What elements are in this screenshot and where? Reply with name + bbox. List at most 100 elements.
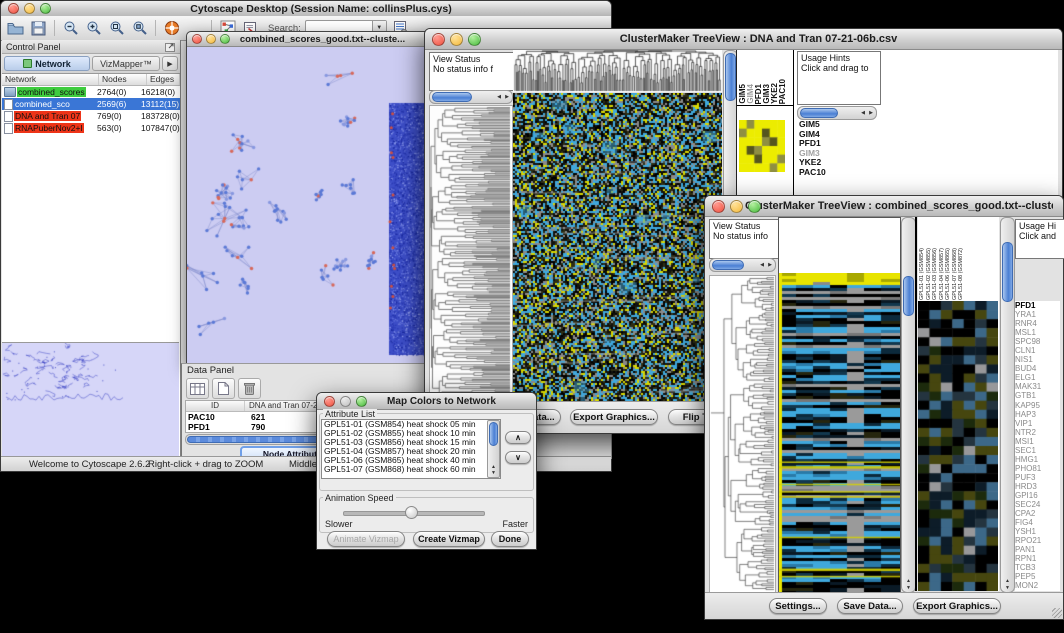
create-attribute-button[interactable] [212, 378, 235, 399]
animate-vizmap-button[interactable]: Animate Vizmap [327, 531, 405, 547]
main-titlebar[interactable]: Cytoscape Desktop (Session Name: collins… [1, 1, 611, 17]
scrollbar-thumb[interactable] [1002, 242, 1013, 302]
gene-label[interactable]: CPA2 [1015, 509, 1060, 518]
scrollbar-thumb[interactable] [432, 92, 472, 102]
gene-label[interactable]: PUF3 [1015, 473, 1060, 482]
open-file-button[interactable] [6, 19, 25, 38]
gene-label[interactable]: MON2 [1015, 581, 1060, 590]
zoom-window-button[interactable] [356, 396, 367, 407]
row-dendrogram-canvas[interactable] [709, 275, 776, 593]
delete-attribute-button[interactable] [238, 378, 261, 399]
gene-label[interactable]: NTR2 [1015, 428, 1060, 437]
column-label[interactable]: PAC10 [779, 79, 787, 104]
export-graphics-button[interactable]: Export Graphics... [913, 598, 1001, 614]
gene-label[interactable]: GTB1 [1015, 391, 1060, 400]
minimize-button[interactable] [24, 3, 35, 14]
gene-label[interactable]: KAP95 [1015, 401, 1060, 410]
gene-label[interactable]: HMG1 [1015, 455, 1060, 464]
zoom-out-button[interactable] [61, 19, 80, 38]
tab-network[interactable]: Network [4, 56, 90, 71]
network-view-titlebar[interactable]: combined_scores_good.txt--cluste... [187, 32, 434, 47]
scroll-left-arrow[interactable]: ◀ [497, 91, 501, 103]
scroll-down-arrow[interactable]: ▼ [1001, 585, 1014, 591]
minimize-button[interactable] [206, 34, 216, 44]
gene-label[interactable]: RPN1 [1015, 554, 1060, 563]
gene-label[interactable]: PAN1 [1015, 545, 1060, 554]
treeview2-titlebar[interactable]: ClusterMaker TreeView : combined_scores_… [705, 196, 1063, 217]
tab-overflow-button[interactable]: ▶ [162, 56, 178, 71]
gene-label[interactable]: HRD3 [1015, 482, 1060, 491]
scroll-down-arrow[interactable]: ▼ [488, 470, 499, 476]
usagehints-hscrollbar[interactable]: ◀▶ [797, 106, 877, 120]
gene-label[interactable]: FIG4 [1015, 518, 1060, 527]
treeview1-titlebar[interactable]: ClusterMaker TreeView : DNA and Tran 07-… [425, 29, 1062, 50]
save-data-button[interactable]: Save Data... [837, 598, 903, 614]
save-button[interactable] [29, 19, 48, 38]
gene-label[interactable]: CLN1 [1015, 346, 1060, 355]
gene-label[interactable]: BUD4 [1015, 364, 1060, 373]
network-graph-canvas[interactable] [187, 47, 432, 364]
scrollbar-thumb[interactable] [712, 260, 744, 270]
scrollbar-thumb[interactable] [800, 108, 838, 118]
statusbox-hscrollbar[interactable]: ◀▶ [709, 258, 776, 272]
gene-label[interactable]: YSH1 [1015, 527, 1060, 536]
tab-vizmapper[interactable]: VizMapper™ [92, 56, 160, 71]
column-header-edges[interactable]: Edges [147, 74, 180, 85]
zoom-fit-button[interactable] [130, 19, 149, 38]
gene-label[interactable]: YRA1 [1015, 310, 1060, 319]
resize-grip[interactable] [1052, 608, 1062, 618]
move-down-button[interactable]: ∨ [505, 451, 531, 464]
column-header-network[interactable]: Network [2, 74, 99, 85]
zoom-window-button[interactable] [468, 33, 481, 46]
zoom-selected-button[interactable] [107, 19, 126, 38]
network-list-row[interactable]: combined_sco2569(6)13112(15) [2, 98, 180, 110]
close-button[interactable] [324, 396, 335, 407]
gene-label[interactable]: MSL1 [1015, 328, 1060, 337]
close-button[interactable] [432, 33, 445, 46]
scrollbar-thumb[interactable] [903, 276, 914, 316]
attribute-list-vscrollbar[interactable]: ▲ ▼ [487, 420, 500, 478]
scroll-up-arrow[interactable]: ▲ [902, 578, 915, 584]
scroll-up-arrow[interactable]: ▲ [1001, 578, 1014, 584]
zoom-window-button[interactable] [220, 34, 230, 44]
float-panel-icon[interactable] [165, 42, 176, 52]
gene-label[interactable]: TCB3 [1015, 563, 1060, 572]
attribute-list-item[interactable]: GPL51-07 (GSM868) heat shock 60 min [322, 465, 500, 474]
gene-label[interactable]: HAP3 [1015, 410, 1060, 419]
row-dendrogram-canvas[interactable] [429, 105, 513, 406]
scrollbar-thumb[interactable] [489, 422, 498, 446]
gene-label[interactable]: SEC1 [1015, 446, 1060, 455]
export-graphics-button[interactable]: Export Graphics... [570, 409, 658, 425]
gene-label[interactable]: RNR4 [1015, 319, 1060, 328]
network-list-row[interactable]: DNA and Tran 07769(0)183728(0) [2, 110, 180, 122]
close-button[interactable] [8, 3, 19, 14]
attribute-select-button[interactable] [186, 378, 209, 399]
close-button[interactable] [712, 200, 725, 213]
column-label[interactable]: GPL51-08 (GSM872) [958, 248, 965, 300]
zoom-window-button[interactable] [748, 200, 761, 213]
scroll-left-arrow[interactable]: ◀ [861, 107, 865, 119]
zoom-in-button[interactable] [84, 19, 103, 38]
scroll-right-arrow[interactable]: ▶ [505, 91, 509, 103]
gene-label[interactable]: GPI16 [1015, 491, 1060, 500]
scroll-right-arrow[interactable]: ▶ [869, 107, 873, 119]
statusbox-hscrollbar[interactable]: ◀▶ [429, 90, 513, 104]
column-label[interactable]: GPL51-06 (GSM865) [945, 248, 952, 300]
settings-button[interactable]: Settings... [769, 598, 827, 614]
network-list-row[interactable]: RNAPuberNov2+I563(0)107847(0) [2, 122, 180, 134]
minimize-button[interactable] [340, 396, 351, 407]
move-up-button[interactable]: ∧ [505, 431, 531, 444]
heatmap-canvas[interactable] [513, 93, 722, 401]
column-header-nodes[interactable]: Nodes [99, 74, 147, 85]
zoom-heatmap-canvas[interactable] [918, 301, 998, 591]
slider-thumb[interactable] [405, 506, 418, 519]
close-button[interactable] [192, 34, 202, 44]
minimize-button[interactable] [450, 33, 463, 46]
network-overview-thumbnail[interactable] [2, 342, 179, 457]
genelist-vscrollbar[interactable]: ▲ ▼ [1000, 217, 1015, 593]
gene-label[interactable]: VIP1 [1015, 419, 1060, 428]
scroll-right-arrow[interactable]: ▶ [768, 259, 772, 271]
dialog-titlebar[interactable]: Map Colors to Network [317, 393, 536, 410]
gene-label[interactable]: MAK31 [1015, 382, 1060, 391]
minimize-button[interactable] [730, 200, 743, 213]
